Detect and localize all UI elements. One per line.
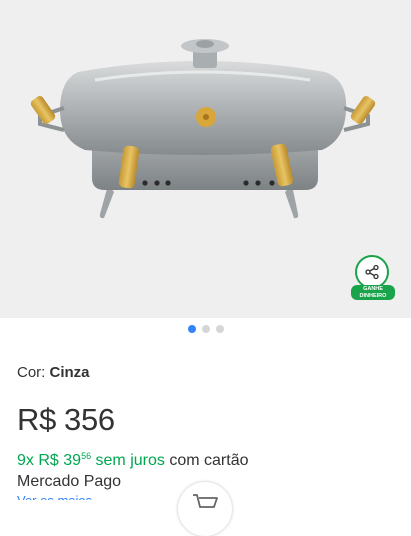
- product-price: R$ 356: [17, 402, 115, 438]
- price-amount: 356: [64, 402, 115, 437]
- gallery-pagination: [0, 325, 411, 335]
- installments-suffix: com cartão: [169, 452, 249, 469]
- color-label: Cor:: [17, 364, 46, 381]
- color-variation: Cor: Cinza: [17, 364, 90, 381]
- installments-integer: 39: [63, 452, 82, 469]
- share-label-line2: DINHEIRO: [359, 292, 387, 299]
- pagination-dot-active[interactable]: [187, 325, 196, 333]
- installments-cents: 56: [81, 451, 92, 461]
- installments-count: 9x: [17, 452, 34, 469]
- pagination-dot[interactable]: [201, 325, 210, 333]
- payment-methods-link[interactable]: Ver os meios de pagamento: [17, 494, 107, 500]
- price-currency: R$: [17, 402, 57, 437]
- installments-no-interest: sem juros: [95, 452, 165, 469]
- cart-icon: [193, 494, 218, 508]
- color-value: Cinza: [49, 364, 90, 381]
- pagination-dot[interactable]: [215, 325, 224, 333]
- installments-method: Mercado Pago: [17, 473, 122, 490]
- cart-button[interactable]: [178, 482, 232, 536]
- share-earn-button[interactable]: [355, 255, 389, 289]
- share-earn-label[interactable]: GANHE DINHEIRO: [351, 285, 395, 300]
- installments-currency: R$: [38, 452, 59, 469]
- product-image-gallery[interactable]: GANHE DINHEIRO: [0, 0, 411, 318]
- product-image[interactable]: [0, 0, 411, 318]
- share-icon: [365, 264, 379, 280]
